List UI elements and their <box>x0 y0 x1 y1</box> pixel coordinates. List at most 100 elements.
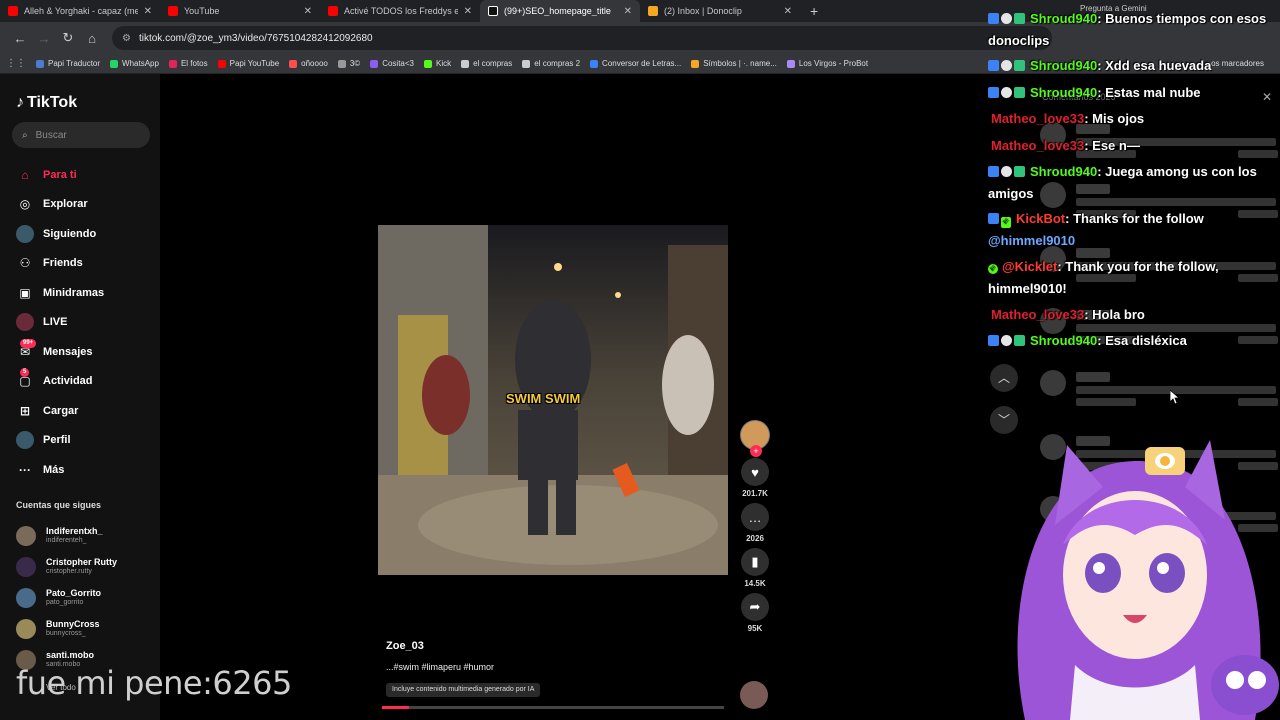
previous-video-button[interactable]: ︿ <box>990 364 1018 392</box>
sidebar-item-m-s[interactable]: ··· Más <box>16 455 104 485</box>
search-input[interactable]: ⌕ Buscar <box>12 122 150 148</box>
bookmark-item[interactable]: El fotos <box>168 59 208 68</box>
bookmark-item[interactable]: oñoooo <box>289 59 328 68</box>
bookmark-item[interactable]: Conversor de Letras... <box>590 59 681 68</box>
share-button[interactable]: ➦ 95K <box>738 593 772 633</box>
chat-badges <box>988 330 1027 352</box>
site-settings-icon[interactable]: ⚙ <box>122 33 131 44</box>
stream-overlay-text: fue mi pene:6265 <box>16 664 292 702</box>
chat-badges <box>988 82 1027 104</box>
chat-text: : Estas mal nube <box>1097 85 1201 100</box>
bookmark-item[interactable]: Símbolos | ·. name... <box>691 59 777 68</box>
close-tab-icon[interactable]: ✕ <box>144 6 152 17</box>
sidebar-item-actividad[interactable]: ▢ 5 Actividad <box>16 367 104 397</box>
bookmark-item[interactable]: 3© <box>337 59 360 68</box>
sidebar-item-label: LIVE <box>43 316 68 329</box>
bookmark-label: Papi YouTube <box>229 59 280 68</box>
sidebar-item-live[interactable]: LIVE <box>16 308 104 338</box>
tiktok-logo[interactable]: ♪ TikTok <box>16 94 77 112</box>
sidebar-item-label: Cargar <box>43 404 79 417</box>
sidebar-item-friends[interactable]: ⚇ Friends <box>16 249 104 279</box>
heart-button[interactable]: ♥ 201.7K <box>738 458 772 498</box>
chat-badges <box>988 161 1027 183</box>
following-title: Cuentas que sigues <box>16 500 102 510</box>
notification-badge: 5 <box>20 368 30 378</box>
following-account[interactable]: Indiferentxh_ indiferenteh_ <box>16 520 117 551</box>
video-progress-bar[interactable] <box>382 706 724 709</box>
bookmark-item[interactable]: Cosita<3 <box>370 59 414 68</box>
close-tab-icon[interactable]: ✕ <box>464 6 472 17</box>
following-account[interactable]: BunnyCross bunnycross_ <box>16 613 117 644</box>
bookmark-item[interactable]: Los Virgos - ProBot <box>786 59 868 68</box>
browser-tab[interactable]: YouTube ✕ <box>160 0 320 22</box>
bookmark-item[interactable]: el compras 2 <box>522 59 580 68</box>
following-list: Indiferentxh_ indiferenteh_ Cristopher Rut… <box>16 520 117 675</box>
bookmark-favicon-icon <box>786 59 795 68</box>
bookmark-favicon-icon <box>36 59 44 68</box>
close-tab-icon[interactable]: ✕ <box>784 6 792 17</box>
apps-grid-icon[interactable]: ⋮⋮ <box>6 58 26 69</box>
chat-badges <box>988 8 1027 30</box>
bookmark-label: el compras 2 <box>534 59 581 68</box>
action-count: 2026 <box>746 534 764 543</box>
bookmark-label: oñoooo <box>301 59 328 68</box>
chat-text: : Esa disléxica <box>1097 333 1187 348</box>
minidramas-icon: ▣ <box>19 285 31 300</box>
browser-tab[interactable]: Activé TODOS los Freddys en ✕ <box>320 0 480 22</box>
chat-username: Matheo_love33 <box>991 111 1085 126</box>
following-account[interactable]: Pato_Gorrito pato_gorrito <box>16 582 117 613</box>
browser-tab[interactable]: (2) Inbox | Donoclip ✕ <box>640 0 800 22</box>
compass-icon: ◎ <box>19 197 31 212</box>
close-tab-icon[interactable]: ✕ <box>304 6 312 17</box>
chat-message: Matheo_love33: Ese n— <box>988 135 1280 157</box>
bookmark-label: Cosita<3 <box>382 59 414 68</box>
chat-message: Shroud940: Juega among us con los amigos <box>988 161 1280 205</box>
address-bar[interactable]: ⚙ tiktok.com/@zoe_ym3/video/767510428241… <box>112 26 1052 50</box>
follow-plus-icon[interactable]: + <box>750 445 762 457</box>
bookmark-favicon-icon <box>289 59 298 68</box>
home-button-icon[interactable]: ⌂ <box>80 31 104 46</box>
bookmark-item[interactable]: Kick <box>424 59 451 68</box>
video-hashtags[interactable]: ...#swim #limaperu #humor <box>386 662 494 672</box>
account-handle: indiferenteh_ <box>46 537 87 544</box>
browser-tab[interactable]: Alleh & Yorghaki - capaz (mera ✕ <box>0 0 160 22</box>
account-name: Pato_Gorrito <box>46 588 102 598</box>
sidebar-item-perfil[interactable]: Perfil <box>16 426 104 456</box>
sidebar-item-label: Perfil <box>43 434 71 447</box>
sidebar-item-label: Friends <box>43 257 83 270</box>
sidebar-item-cargar[interactable]: ⊞ Cargar <box>16 396 104 426</box>
tiktok-note-icon: ♪ <box>16 94 24 111</box>
chat-message: Shroud940: Xdd esa huevada <box>988 55 1280 77</box>
sidebar-item-siguiendo[interactable]: Siguiendo <box>16 219 104 249</box>
sidebar-item-explorar[interactable]: ◎ Explorar <box>16 190 104 220</box>
comment-button[interactable]: … 2026 <box>738 503 772 543</box>
bookmark-label: Papi Traductor <box>48 59 101 68</box>
reload-icon[interactable]: ↻ <box>56 30 80 46</box>
sidebar-item-minidramas[interactable]: ▣ Minidramas <box>16 278 104 308</box>
account-handle: pato_gorrito <box>46 599 84 606</box>
sidebar-item-label: Más <box>43 463 65 476</box>
action-count: 95K <box>747 624 763 633</box>
forward-icon[interactable]: → <box>32 31 56 46</box>
music-disc-avatar[interactable] <box>740 681 768 709</box>
back-icon[interactable]: ← <box>8 31 32 46</box>
chat-username: Shroud940 <box>1030 85 1098 100</box>
browser-tab-active[interactable]: (99+)SEO_homepage_title ✕ <box>480 0 640 22</box>
close-tab-icon[interactable]: ✕ <box>624 6 632 17</box>
bookmark-favicon-icon <box>217 59 226 68</box>
bookmark-item[interactable]: el compras <box>461 59 512 68</box>
video-author[interactable]: Zoe_03 <box>386 640 424 652</box>
bookmark-icon: ▮ <box>741 548 769 576</box>
sidebar-item-para-ti[interactable]: ⌂ Para ti <box>16 160 104 190</box>
bookmark-item[interactable]: Papi YouTube <box>217 59 280 68</box>
action-count: 201.7K <box>742 489 768 498</box>
comment-placeholder <box>1040 370 1278 410</box>
following-account[interactable]: Cristopher Rutty cristopher.rutty <box>16 551 117 582</box>
new-tab-button[interactable]: + <box>810 3 818 19</box>
bookmark-favicon-icon <box>590 59 599 68</box>
bookmark-button[interactable]: ▮ 14.5K <box>738 548 772 588</box>
creator-avatar[interactable]: + <box>740 420 770 457</box>
bookmark-item[interactable]: WhatsApp <box>110 59 159 68</box>
sidebar-item-mensajes[interactable]: ✉ 99+ Mensajes <box>16 337 104 367</box>
bookmark-item[interactable]: Papi Traductor <box>36 59 100 68</box>
